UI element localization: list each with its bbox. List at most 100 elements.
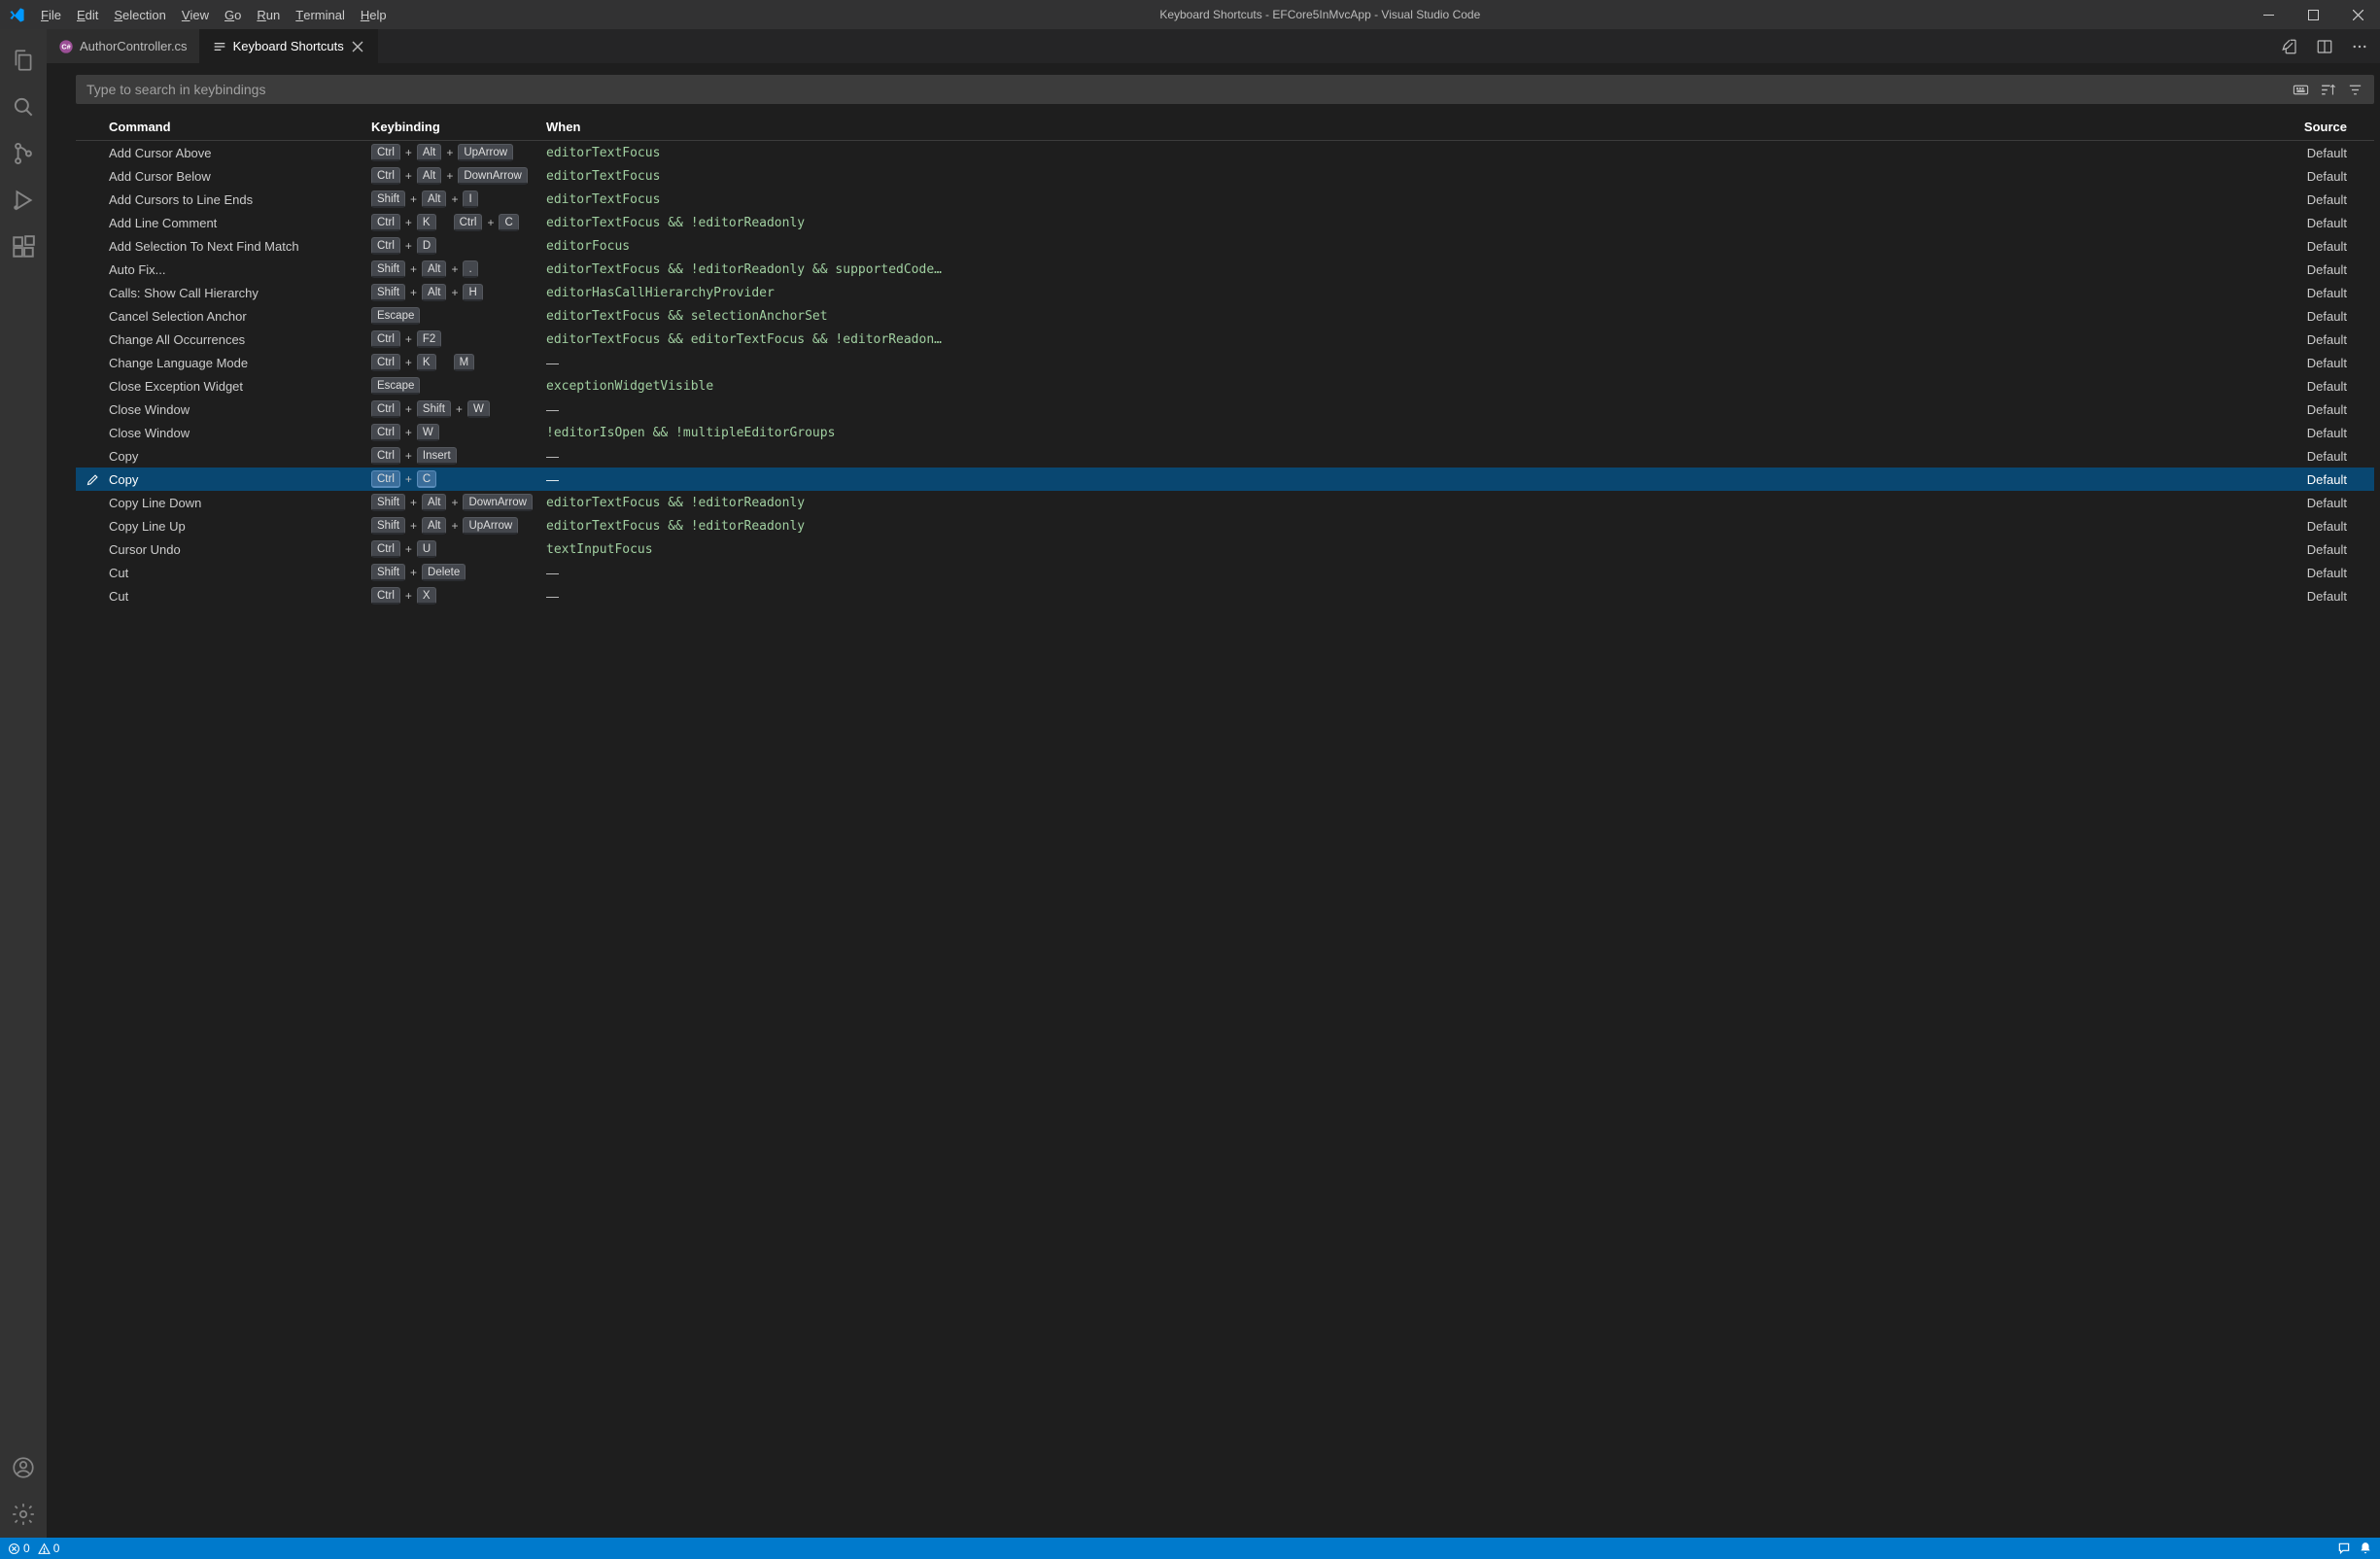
key-cap: . bbox=[463, 260, 477, 278]
source-cell: Default bbox=[2273, 402, 2351, 417]
explorer-icon[interactable] bbox=[0, 37, 47, 84]
keybinding-row[interactable]: CopyCtrl+C—Default bbox=[76, 468, 2374, 491]
keybinding-row[interactable]: Add Selection To Next Find MatchCtrl+Ded… bbox=[76, 234, 2374, 258]
source-cell: Default bbox=[2273, 379, 2351, 394]
tab-authorcontroller-cs[interactable]: C#AuthorController.cs bbox=[47, 29, 200, 63]
when-cell: editorTextFocus && editorTextFocus && !e… bbox=[546, 332, 2273, 347]
keybinding-row[interactable]: Close WindowCtrl+Shift+W—Default bbox=[76, 398, 2374, 421]
key-cap: Ctrl bbox=[371, 400, 400, 418]
search-input[interactable] bbox=[77, 82, 2282, 97]
keybinding-row[interactable]: Cancel Selection AnchorEscapeeditorTextF… bbox=[76, 304, 2374, 328]
split-editor-icon[interactable] bbox=[2314, 36, 2335, 57]
keybinding-row[interactable]: Add Cursor BelowCtrl+Alt+DownArroweditor… bbox=[76, 164, 2374, 188]
menu-view[interactable]: View bbox=[174, 0, 217, 29]
key-cap: UpArrow bbox=[463, 517, 518, 535]
record-keys-icon[interactable] bbox=[2292, 81, 2309, 98]
tab-keyboard-shortcuts[interactable]: Keyboard Shortcuts bbox=[200, 29, 378, 63]
col-keybinding[interactable]: Keybinding bbox=[371, 120, 546, 134]
title-bar: FileEditSelectionViewGoRunTerminalHelp K… bbox=[0, 0, 2380, 29]
key-cap: C bbox=[499, 214, 518, 231]
when-cell: editorTextFocus && !editorReadonly bbox=[546, 216, 2273, 230]
search-icon[interactable] bbox=[0, 84, 47, 130]
keybinding-row[interactable]: Add Cursor AboveCtrl+Alt+UpArroweditorTe… bbox=[76, 141, 2374, 164]
key-cap: Ctrl bbox=[371, 144, 400, 161]
when-cell: !editorIsOpen && !multipleEditorGroups bbox=[546, 426, 2273, 440]
keybinding-row[interactable]: CutShift+Delete—Default bbox=[76, 561, 2374, 584]
keybinding-row[interactable]: Add Cursors to Line EndsShift+Alt+Iedito… bbox=[76, 188, 2374, 211]
menu-go[interactable]: Go bbox=[217, 0, 249, 29]
when-cell: — bbox=[546, 472, 2273, 487]
status-warnings[interactable]: 0 bbox=[38, 1542, 60, 1555]
sort-precedence-icon[interactable] bbox=[2319, 81, 2336, 98]
when-cell: editorTextFocus && selectionAnchorSet bbox=[546, 309, 2273, 324]
command-cell: Copy bbox=[109, 449, 371, 464]
edit-icon[interactable] bbox=[86, 472, 100, 487]
status-errors[interactable]: 0 bbox=[8, 1542, 30, 1555]
maximize-button[interactable] bbox=[2291, 0, 2335, 29]
when-cell: editorTextFocus && !editorReadonly && su… bbox=[546, 262, 2273, 277]
tab-bar: C#AuthorController.csKeyboard Shortcuts bbox=[47, 29, 2380, 63]
source-control-icon[interactable] bbox=[0, 130, 47, 177]
open-keybindings-json-icon[interactable] bbox=[2279, 36, 2300, 57]
menu-file[interactable]: File bbox=[33, 0, 69, 29]
minimize-button[interactable] bbox=[2246, 0, 2291, 29]
when-cell: — bbox=[546, 566, 2273, 580]
accounts-icon[interactable] bbox=[0, 1444, 47, 1491]
key-cap: Ctrl bbox=[371, 237, 400, 255]
errors-count: 0 bbox=[23, 1542, 30, 1555]
menu-run[interactable]: Run bbox=[249, 0, 288, 29]
key-cap: Shift bbox=[371, 191, 405, 208]
filter-icon[interactable] bbox=[2346, 81, 2363, 98]
key-cap: Ctrl bbox=[371, 587, 400, 605]
run-debug-icon[interactable] bbox=[0, 177, 47, 224]
tab-close-icon[interactable] bbox=[350, 39, 365, 54]
extensions-icon[interactable] bbox=[0, 224, 47, 270]
keybinding-row[interactable]: CutCtrl+X—Default bbox=[76, 584, 2374, 607]
keybinding-row[interactable]: Cursor UndoCtrl+UtextInputFocusDefault bbox=[76, 537, 2374, 561]
more-actions-icon[interactable] bbox=[2349, 36, 2370, 57]
source-cell: Default bbox=[2273, 309, 2351, 324]
svg-text:C#: C# bbox=[61, 42, 70, 51]
keybinding-row[interactable]: CopyCtrl+Insert—Default bbox=[76, 444, 2374, 468]
col-when[interactable]: When bbox=[546, 120, 2273, 134]
keybinding-row[interactable]: Auto Fix...Shift+Alt+.editorTextFocus &&… bbox=[76, 258, 2374, 281]
col-command[interactable]: Command bbox=[109, 120, 371, 134]
key-cap: Ctrl bbox=[371, 214, 400, 231]
status-feedback-icon[interactable] bbox=[2337, 1542, 2351, 1555]
source-cell: Default bbox=[2273, 192, 2351, 207]
source-cell: Default bbox=[2273, 496, 2351, 510]
key-cap: M bbox=[454, 354, 475, 371]
keybinding-row[interactable]: Copy Line UpShift+Alt+UpArroweditorTextF… bbox=[76, 514, 2374, 537]
menu-terminal[interactable]: Terminal bbox=[288, 0, 353, 29]
when-cell: editorTextFocus bbox=[546, 169, 2273, 184]
col-source[interactable]: Source bbox=[2273, 120, 2351, 134]
status-bell-icon[interactable] bbox=[2359, 1542, 2372, 1555]
keyboard-shortcuts-editor: Command Keybinding When Source Add Curso… bbox=[47, 63, 2380, 1538]
keybinding-row[interactable]: Copy Line DownShift+Alt+DownArroweditorT… bbox=[76, 491, 2374, 514]
keybinding-row[interactable]: Close WindowCtrl+W!editorIsOpen && !mult… bbox=[76, 421, 2374, 444]
keybinding-row[interactable]: Change All OccurrencesCtrl+F2editorTextF… bbox=[76, 328, 2374, 351]
menu-selection[interactable]: Selection bbox=[106, 0, 173, 29]
vscode-logo-icon bbox=[0, 7, 33, 23]
command-cell: Cancel Selection Anchor bbox=[109, 309, 371, 324]
settings-gear-icon[interactable] bbox=[0, 1491, 47, 1538]
key-cap: Alt bbox=[422, 517, 446, 535]
key-cap: Shift bbox=[371, 260, 405, 278]
key-cap: U bbox=[417, 540, 436, 558]
menu-help[interactable]: Help bbox=[353, 0, 395, 29]
command-cell: Close Exception Widget bbox=[109, 379, 371, 394]
keybinding-cell: Escape bbox=[371, 307, 546, 325]
source-cell: Default bbox=[2273, 542, 2351, 557]
keybinding-cell: Ctrl+Alt+DownArrow bbox=[371, 167, 546, 185]
keybinding-row[interactable]: Add Line CommentCtrl+KCtrl+CeditorTextFo… bbox=[76, 211, 2374, 234]
keybinding-cell: Ctrl+X bbox=[371, 587, 546, 605]
menu-edit[interactable]: Edit bbox=[69, 0, 106, 29]
when-cell: — bbox=[546, 449, 2273, 464]
keybinding-row[interactable]: Close Exception WidgetEscapeexceptionWid… bbox=[76, 374, 2374, 398]
command-cell: Auto Fix... bbox=[109, 262, 371, 277]
keybinding-cell: Ctrl+Shift+W bbox=[371, 400, 546, 418]
close-button[interactable] bbox=[2335, 0, 2380, 29]
keybinding-row[interactable]: Calls: Show Call HierarchyShift+Alt+Hedi… bbox=[76, 281, 2374, 304]
keybinding-row[interactable]: Change Language ModeCtrl+KM—Default bbox=[76, 351, 2374, 374]
keybinding-cell: Escape bbox=[371, 377, 546, 395]
